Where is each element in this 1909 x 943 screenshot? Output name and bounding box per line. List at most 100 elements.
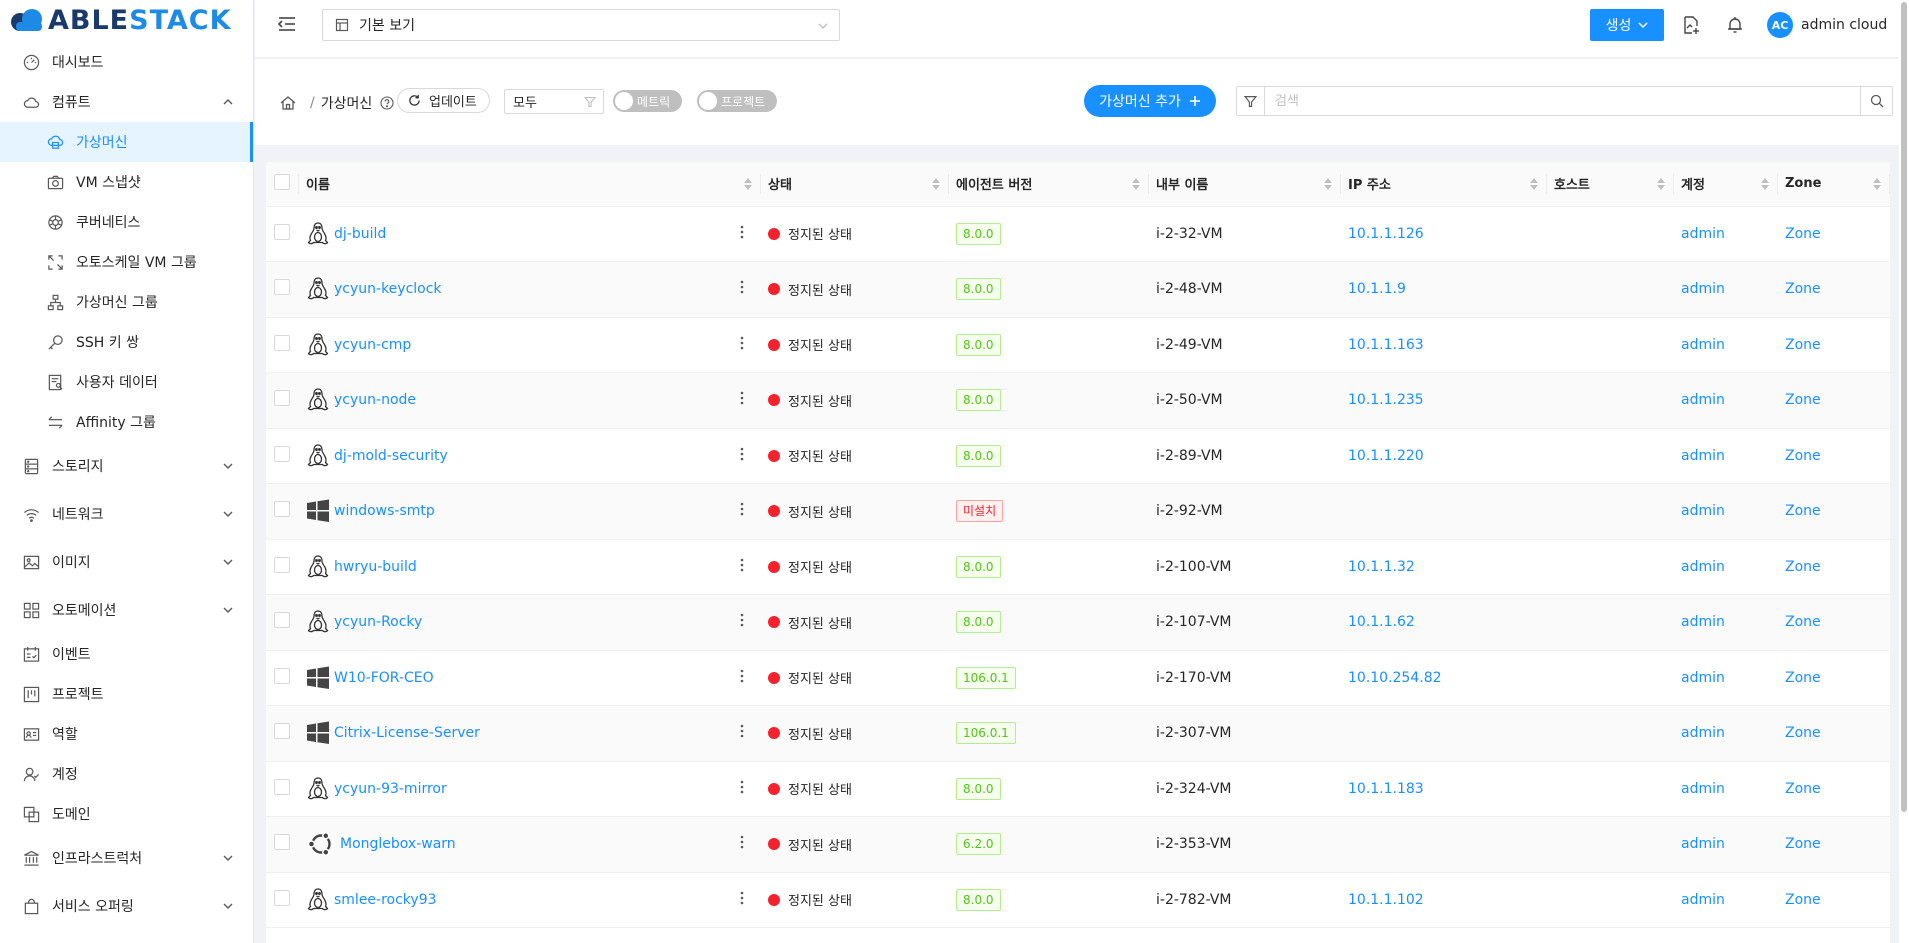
account-link[interactable]: admin bbox=[1681, 614, 1725, 630]
sidebar-item[interactable]: SSH 키 쌍 bbox=[0, 322, 253, 362]
row-checkbox[interactable] bbox=[274, 223, 290, 240]
ip-address-link[interactable]: 10.1.1.183 bbox=[1348, 781, 1424, 797]
row-checkbox[interactable] bbox=[274, 723, 290, 740]
table-row[interactable]: ycyun-Rocky 정지된 상태 8.0.0 i-2-107-VM 10.1.1.6… bbox=[266, 594, 1890, 651]
zone-link[interactable]: Zone bbox=[1785, 781, 1821, 797]
account-link[interactable]: admin bbox=[1681, 892, 1725, 908]
account-link[interactable]: admin bbox=[1681, 337, 1725, 353]
table-row[interactable]: dj-mold-security 정지된 상태 8.0.0 i-2-89-VM 10.1… bbox=[266, 428, 1890, 484]
vm-name-link[interactable]: windows-smtp bbox=[334, 503, 435, 519]
zone-link[interactable]: Zone bbox=[1785, 670, 1821, 686]
row-checkbox[interactable] bbox=[274, 390, 290, 407]
ip-address-link[interactable]: 10.1.1.62 bbox=[1348, 614, 1415, 630]
sidebar-item[interactable]: 도메인 bbox=[0, 794, 253, 834]
more-vertical-icon[interactable] bbox=[740, 835, 744, 849]
search-input[interactable] bbox=[1265, 87, 1860, 115]
column-header[interactable]: 호스트 bbox=[1546, 162, 1673, 207]
account-link[interactable]: admin bbox=[1681, 725, 1725, 741]
more-vertical-icon[interactable] bbox=[740, 280, 744, 294]
sidebar-item[interactable]: 네트워크 bbox=[0, 490, 253, 538]
vm-name-link[interactable]: dj-build bbox=[334, 226, 386, 242]
row-checkbox[interactable] bbox=[274, 889, 290, 906]
vm-name-link[interactable]: hwryu-build bbox=[334, 559, 417, 575]
sidebar-item[interactable]: 이미지 bbox=[0, 538, 253, 586]
table-row[interactable]: hwryu-build 정지된 상태 8.0.0 i-2-100-VM 10.1.1.3… bbox=[266, 539, 1890, 595]
sort-icon[interactable] bbox=[744, 178, 752, 190]
account-link[interactable]: admin bbox=[1681, 559, 1725, 575]
table-row[interactable]: windows-smtp 정지된 상태 미설치 i-2-92-VM admin Zone bbox=[266, 483, 1890, 540]
zone-link[interactable]: Zone bbox=[1785, 559, 1821, 575]
question-circle-icon[interactable] bbox=[380, 96, 394, 110]
scrollbar-thumb[interactable] bbox=[1901, 2, 1907, 812]
bell-icon[interactable] bbox=[1725, 15, 1745, 35]
user-menu[interactable]: AC admin cloud bbox=[1767, 12, 1887, 38]
zone-link[interactable]: Zone bbox=[1785, 281, 1821, 297]
column-header[interactable]: 계정 bbox=[1673, 162, 1777, 207]
row-checkbox[interactable] bbox=[274, 612, 290, 629]
account-link[interactable]: admin bbox=[1681, 448, 1725, 464]
sidebar-item[interactable]: 역할 bbox=[0, 714, 253, 754]
sidebar-item[interactable]: 가상머신 그룹 bbox=[0, 282, 253, 322]
column-header[interactable]: 에이전트 버전 bbox=[948, 162, 1148, 207]
row-checkbox[interactable] bbox=[274, 279, 290, 296]
menu-fold-icon[interactable] bbox=[277, 14, 297, 34]
ip-address-link[interactable]: 10.1.1.163 bbox=[1348, 337, 1424, 353]
sidebar-item[interactable]: 대시보드 bbox=[0, 42, 253, 82]
search-filter-button[interactable] bbox=[1237, 87, 1265, 115]
zone-link[interactable]: Zone bbox=[1785, 448, 1821, 464]
more-vertical-icon[interactable] bbox=[740, 724, 744, 738]
sort-icon[interactable] bbox=[1657, 178, 1665, 190]
sort-icon[interactable] bbox=[1761, 178, 1769, 190]
sidebar-item[interactable]: 스토리지 bbox=[0, 442, 253, 490]
more-vertical-icon[interactable] bbox=[740, 558, 744, 572]
upload-file-icon[interactable] bbox=[1681, 15, 1701, 35]
ablestack-logo[interactable]: ABLE STACK bbox=[0, 0, 253, 40]
sidebar-item[interactable]: 이벤트 bbox=[0, 634, 253, 674]
table-row[interactable]: Monglebox-warn 정지된 상태 6.2.0 i-2-353-VM admin… bbox=[266, 816, 1890, 873]
vm-name-link[interactable]: dj-mold-security bbox=[334, 448, 448, 464]
more-vertical-icon[interactable] bbox=[740, 447, 744, 461]
row-checkbox[interactable] bbox=[274, 834, 290, 851]
table-row[interactable]: ycyun-cmp 정지된 상태 8.0.0 i-2-49-VM 10.1.1.163 a… bbox=[266, 317, 1890, 373]
sidebar-item[interactable]: 인프라스트럭처 bbox=[0, 834, 253, 882]
filter-select[interactable]: 모두 bbox=[504, 89, 604, 114]
account-link[interactable]: admin bbox=[1681, 392, 1725, 408]
ip-address-link[interactable]: 10.1.1.235 bbox=[1348, 392, 1424, 408]
zone-link[interactable]: Zone bbox=[1785, 725, 1821, 741]
vm-name-link[interactable]: ycyun-node bbox=[334, 392, 416, 408]
ip-address-link[interactable]: 10.1.1.9 bbox=[1348, 281, 1406, 297]
sidebar-item[interactable]: 서비스 오퍼링 bbox=[0, 882, 253, 930]
ip-address-link[interactable]: 10.10.254.82 bbox=[1348, 670, 1442, 686]
table-row[interactable]: ycyun-node 정지된 상태 8.0.0 i-2-50-VM 10.1.1.235… bbox=[266, 372, 1890, 429]
vm-name-link[interactable]: ycyun-93-mirror bbox=[334, 781, 447, 797]
sort-icon[interactable] bbox=[932, 178, 940, 190]
vm-name-link[interactable]: smlee-rocky93 bbox=[334, 892, 437, 908]
table-row[interactable]: smlee-rocky93 정지된 상태 8.0.0 i-2-782-VM 10.1.1… bbox=[266, 872, 1890, 928]
row-checkbox[interactable] bbox=[274, 667, 290, 684]
project-toggle[interactable]: 프로젝트 bbox=[697, 90, 778, 112]
ip-address-link[interactable]: 10.1.1.126 bbox=[1348, 226, 1424, 242]
account-link[interactable]: admin bbox=[1681, 281, 1725, 297]
zone-link[interactable]: Zone bbox=[1785, 503, 1821, 519]
sort-icon[interactable] bbox=[1873, 178, 1881, 190]
table-row[interactable]: W10-FOR-CEO 정지된 상태 106.0.1 i-2-170-VM 10.10.… bbox=[266, 650, 1890, 706]
sort-icon[interactable] bbox=[1324, 178, 1332, 190]
account-link[interactable]: admin bbox=[1681, 670, 1725, 686]
sidebar-item[interactable]: 컴퓨트 bbox=[0, 82, 253, 122]
sidebar-item[interactable]: 사용자 데이터 bbox=[0, 362, 253, 402]
sidebar-item[interactable]: 가상머신 bbox=[0, 122, 253, 162]
more-vertical-icon[interactable] bbox=[740, 613, 744, 627]
account-link[interactable]: admin bbox=[1681, 503, 1725, 519]
more-vertical-icon[interactable] bbox=[740, 336, 744, 350]
sort-icon[interactable] bbox=[1530, 178, 1538, 190]
zone-link[interactable]: Zone bbox=[1785, 614, 1821, 630]
account-link[interactable]: admin bbox=[1681, 226, 1725, 242]
sidebar-item[interactable]: 프로젝트 bbox=[0, 674, 253, 714]
add-vm-button[interactable]: 가상머신 추가 bbox=[1084, 85, 1216, 117]
more-vertical-icon[interactable] bbox=[740, 391, 744, 405]
more-vertical-icon[interactable] bbox=[740, 780, 744, 794]
select-all-checkbox[interactable] bbox=[274, 173, 290, 190]
refresh-button[interactable]: 업데이트 bbox=[397, 88, 490, 113]
zone-link[interactable]: Zone bbox=[1785, 226, 1821, 242]
table-row[interactable]: Citrix-License-Server 정지된 상태 106.0.1 i-2-30… bbox=[266, 705, 1890, 762]
